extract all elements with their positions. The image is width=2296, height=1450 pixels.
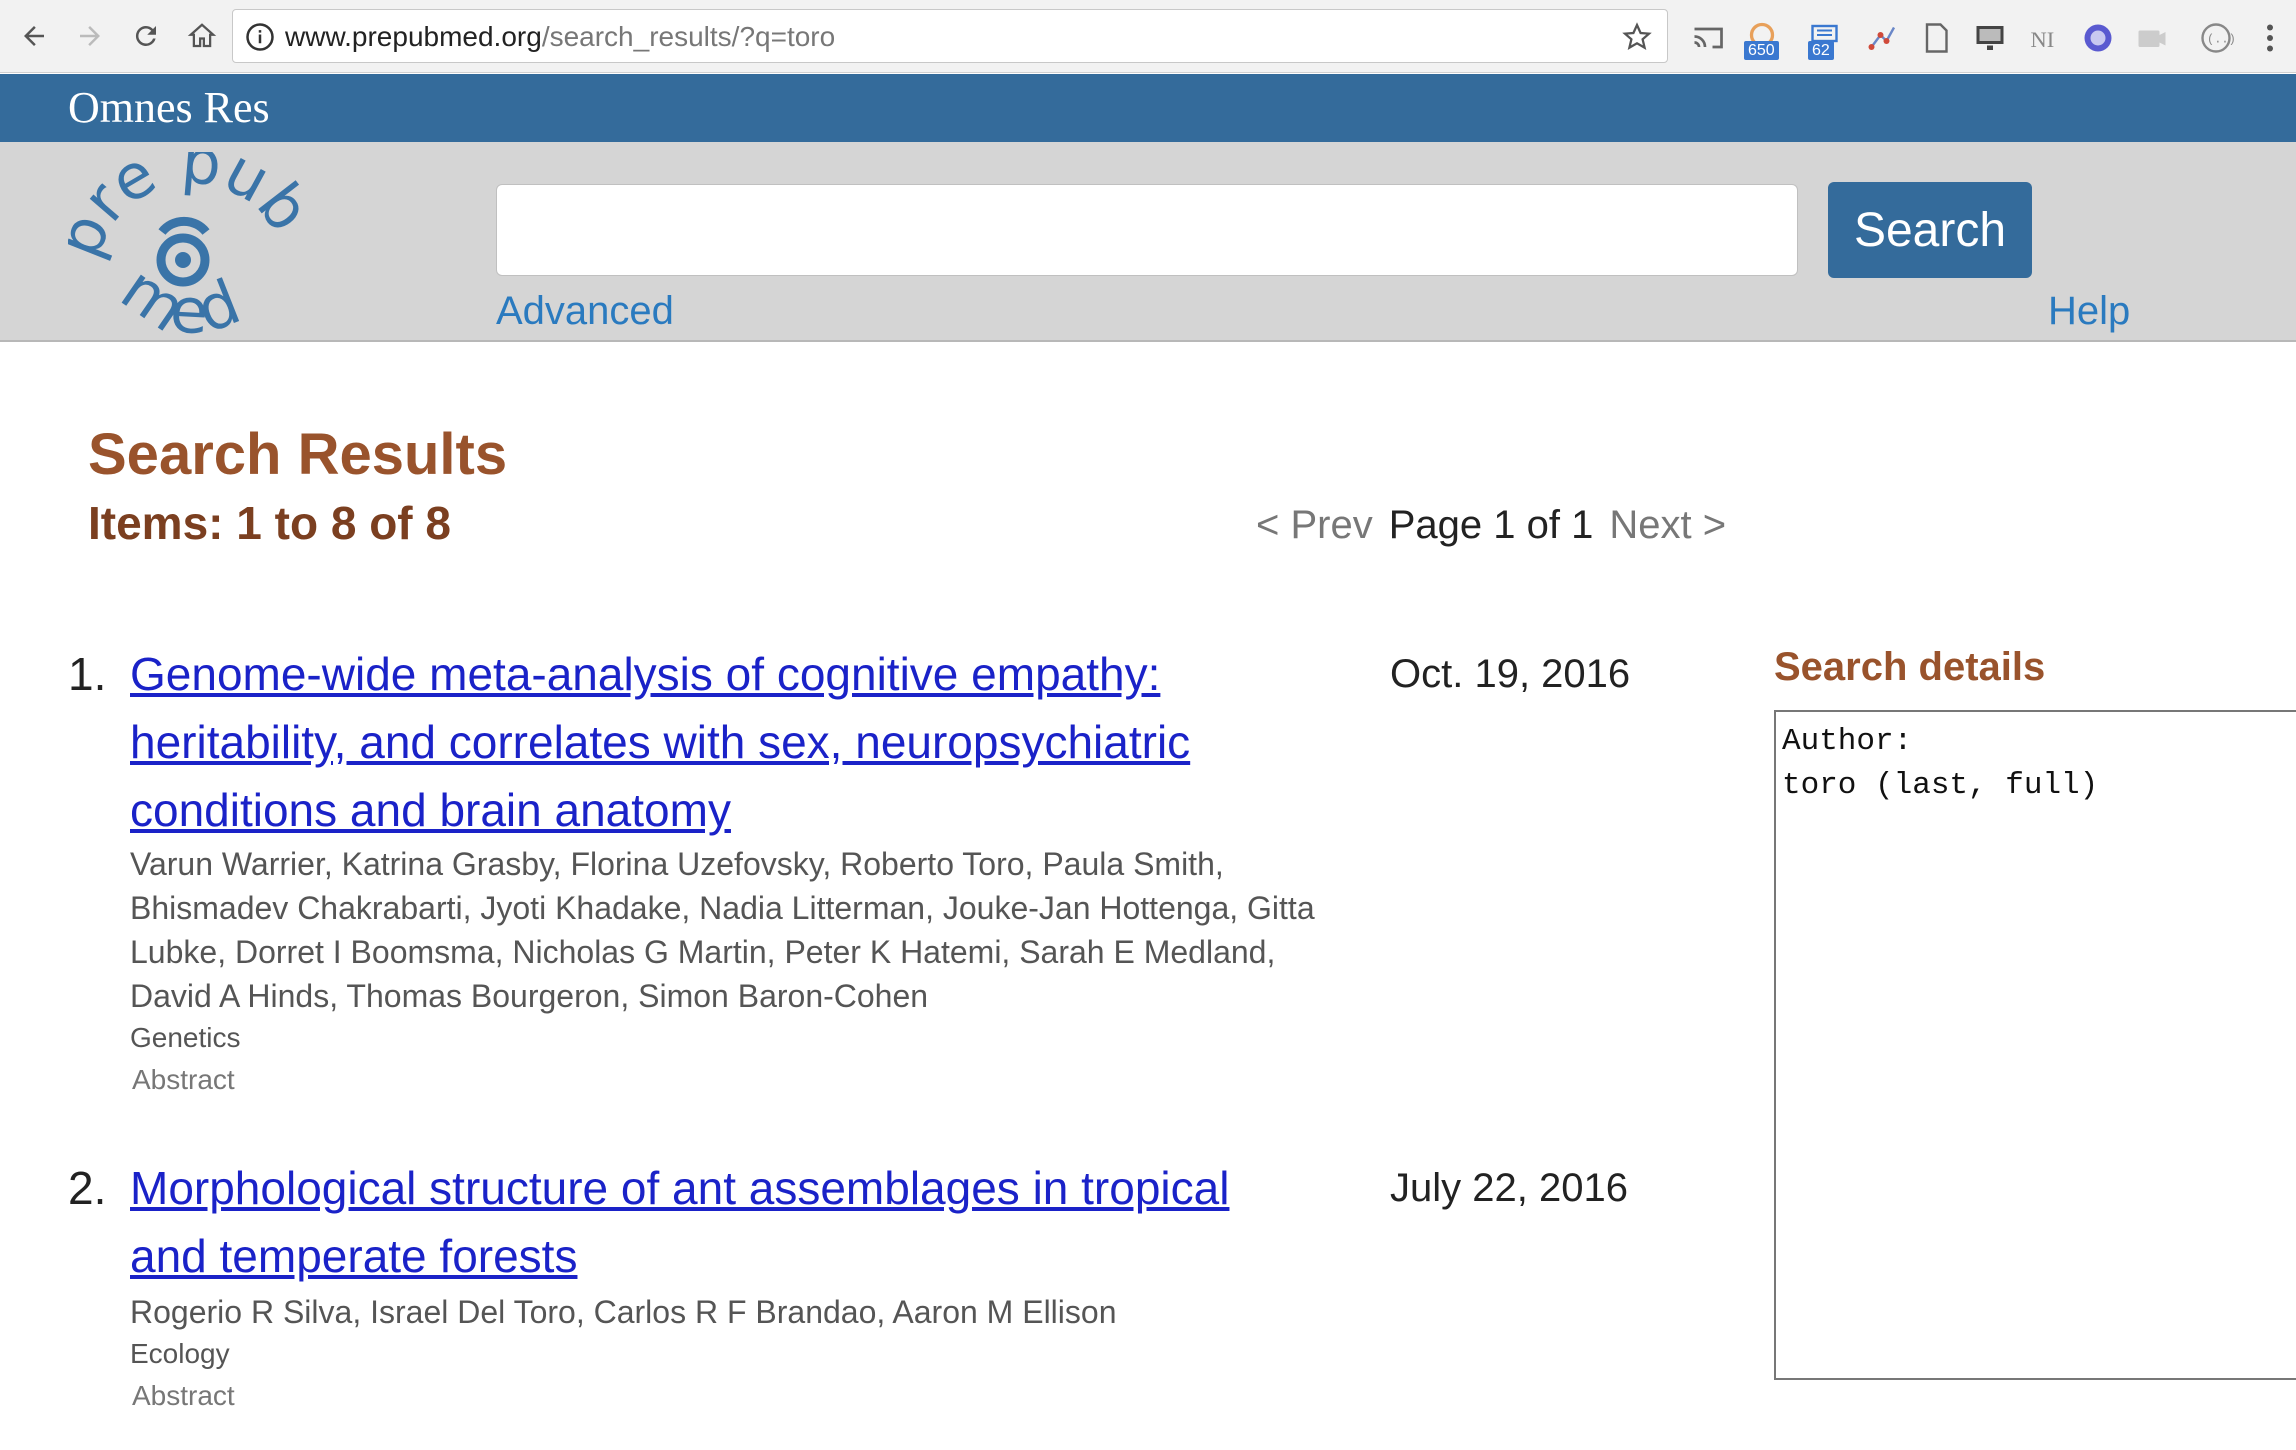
home-icon	[187, 23, 217, 48]
arrow-right-icon	[80, 26, 100, 46]
address-bar[interactable]: www.prepubmed.org/search_results/?q=toro	[232, 9, 1668, 63]
svg-text:(..): (..)	[2207, 33, 2234, 47]
help-link[interactable]: Help	[2048, 288, 2130, 334]
extension-globe[interactable]	[2080, 18, 2116, 58]
monitor-icon	[1976, 26, 2004, 50]
graph-icon	[1868, 26, 1896, 50]
url-text: www.prepubmed.org/search_results/?q=toro	[285, 22, 835, 52]
svg-text:pre pub: pre pub	[68, 152, 318, 267]
forward-button[interactable]	[68, 14, 112, 58]
back-button[interactable]	[12, 14, 56, 58]
svg-text:NI: NI	[2031, 27, 2055, 52]
info-icon	[246, 23, 274, 51]
brand-link[interactable]: Omnes Res	[68, 83, 270, 133]
result-date: July 22, 2016	[1390, 1166, 1628, 1210]
extension-counter[interactable]: 62	[1808, 18, 1852, 60]
search-details-textarea[interactable]: Author: toro (last, full)	[1774, 710, 2296, 1380]
reload-button[interactable]	[124, 14, 168, 58]
items-count: Items: 1 to 8 of 8	[88, 497, 451, 549]
camera-icon	[2138, 30, 2166, 47]
reload-icon	[135, 25, 156, 46]
extension-ellipsis[interactable]: (..)	[2198, 18, 2234, 58]
home-button[interactable]	[180, 14, 224, 58]
logo-text-pre: pre pub	[68, 152, 318, 267]
search-details-heading: Search details	[1774, 645, 2046, 689]
result-number: 1.	[68, 648, 107, 700]
cast-icon	[1694, 27, 1723, 49]
url-host: www.prepubmed.org	[285, 21, 542, 52]
ellipsis-circle-icon: (..)	[2201, 23, 2234, 53]
page-title: Search Results	[88, 422, 508, 487]
extension-camera[interactable]	[2134, 18, 2170, 58]
abstract-link[interactable]: Abstract	[132, 1376, 235, 1416]
prev-page-link[interactable]: < Prev	[1256, 503, 1373, 547]
ni-icon: NI	[2031, 27, 2055, 52]
result-number: 2.	[68, 1162, 107, 1214]
result-date: Oct. 19, 2016	[1390, 652, 1631, 696]
extension-graph[interactable]	[1864, 18, 1900, 58]
kebab-menu-icon	[2267, 24, 2273, 52]
result-authors: Varun Warrier, Katrina Grasby, Florina U…	[130, 846, 1315, 1014]
site-header-bar: Omnes Res	[0, 74, 2296, 142]
extension-rss[interactable]: 650	[1744, 18, 1794, 60]
abstract-link[interactable]: Abstract	[132, 1060, 235, 1100]
advanced-search-link[interactable]: Advanced	[496, 288, 674, 334]
browser-menu-button[interactable]	[2252, 18, 2288, 58]
arrow-left-icon	[24, 26, 44, 46]
extension-monitor[interactable]	[1972, 18, 2008, 58]
globe-icon	[2084, 24, 2112, 52]
bookmark-star-icon[interactable]	[1621, 21, 1653, 53]
next-page-link[interactable]: Next >	[1609, 503, 1726, 547]
search-button[interactable]: Search	[1828, 182, 2032, 278]
extension-document[interactable]	[1918, 18, 1954, 58]
browser-toolbar: www.prepubmed.org/search_results/?q=toro…	[0, 0, 2296, 73]
document-icon	[1925, 23, 1948, 53]
list-item: 1. Genome-wide meta-analysis of cognitiv…	[0, 640, 1700, 1100]
counter-badge: 62	[1808, 41, 1834, 60]
result-category: Genetics	[130, 1022, 241, 1053]
result-title-link[interactable]: Morphological structure of ant assemblag…	[130, 1154, 1310, 1290]
rss-badge: 650	[1744, 41, 1779, 60]
list-item: 2. Morphological structure of ant assemb…	[0, 1154, 1700, 1424]
search-band: pre pub med Search Advanced Help	[0, 142, 2296, 342]
current-page-label: Page 1 of 1	[1388, 503, 1594, 547]
pagination: < Prev Page 1 of 1 Next >	[1256, 498, 1726, 552]
search-input[interactable]	[496, 184, 1798, 276]
result-category: Ecology	[130, 1338, 230, 1369]
result-title-link[interactable]: Genome-wide meta-analysis of cognitive e…	[130, 640, 1310, 844]
prepubmed-logo[interactable]: pre pub med	[68, 152, 318, 342]
extension-ni[interactable]: NI	[2026, 18, 2062, 58]
result-authors: Rogerio R Silva, Israel Del Toro, Carlos…	[130, 1294, 1117, 1330]
extension-cast[interactable]	[1690, 18, 1726, 58]
url-path: /search_results/?q=toro	[541, 21, 836, 52]
